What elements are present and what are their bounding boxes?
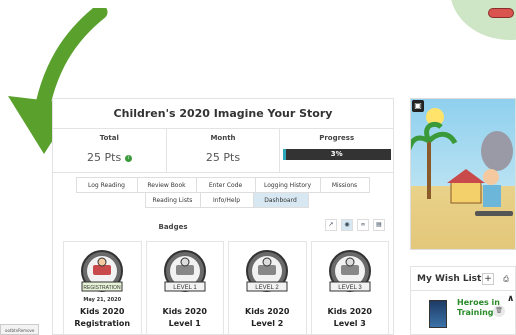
avatar-scene-image: ▣ bbox=[410, 98, 516, 250]
badge-cards: REGISTRATION May 21, 2020 Kids 2020 Regi… bbox=[53, 241, 393, 335]
badge-name-line2: Registration bbox=[74, 319, 131, 328]
progress-text: 3% bbox=[330, 150, 343, 158]
badge-date bbox=[229, 297, 306, 304]
badge-label-level-3: LEVEL 3 bbox=[338, 285, 362, 291]
registration-badge-icon: REGISTRATION bbox=[81, 250, 124, 292]
program-nav: Log Reading Review Book Enter Code Loggi… bbox=[53, 173, 393, 208]
decorative-pill bbox=[488, 8, 514, 18]
nav-row-1: Log Reading Review Book Enter Code Loggi… bbox=[53, 177, 393, 193]
badge-name: Kids 2020 bbox=[162, 307, 207, 316]
decorative-circle bbox=[450, 0, 516, 40]
tab-reading-lists[interactable]: Reading Lists bbox=[144, 192, 201, 208]
badge-card-registration[interactable]: REGISTRATION May 21, 2020 Kids 2020 Regi… bbox=[63, 241, 142, 335]
level-2-badge-icon: LEVEL 2 bbox=[246, 250, 289, 292]
panel-title: Children's 2020 Imagine Your Story bbox=[53, 99, 393, 129]
stats-row: Total 25 Pts i Month 25 Pts Progress 3% bbox=[53, 129, 393, 173]
reading-program-panel: Children's 2020 Imagine Your Story Total… bbox=[52, 98, 394, 335]
tab-review-book[interactable]: Review Book bbox=[136, 177, 197, 193]
badge-name: Kids 2020 bbox=[245, 307, 290, 316]
stat-total-value: 25 Pts i bbox=[53, 151, 166, 164]
tab-dashboard[interactable]: Dashboard bbox=[252, 192, 309, 208]
tab-missions[interactable]: Missions bbox=[319, 177, 370, 193]
stat-month-label: Month bbox=[210, 134, 236, 142]
badge-name: Kids 2020 bbox=[327, 307, 372, 316]
badge-name-line2: Level 3 bbox=[333, 319, 366, 328]
info-icon[interactable]: i bbox=[124, 154, 132, 162]
camera-icon[interactable]: ▣ bbox=[412, 100, 424, 112]
badge-date bbox=[147, 297, 224, 304]
badge-label-level-1: LEVEL 1 bbox=[173, 285, 197, 291]
book-cover-image[interactable] bbox=[429, 300, 447, 328]
wish-list-panel: My Wish List + ⎙ Heroes in Training 🗑 ∧ bbox=[410, 266, 516, 335]
stat-progress-label: Progress bbox=[319, 134, 355, 142]
map-icon[interactable]: ▤ bbox=[373, 219, 385, 231]
level-1-badge-icon: LEVEL 1 bbox=[163, 250, 206, 292]
badge-name-line2: Level 1 bbox=[168, 319, 201, 328]
infinity-icon[interactable]: ∞ bbox=[357, 219, 369, 231]
page: Children's 2020 Imagine Your Story Total… bbox=[0, 0, 516, 335]
badge-date bbox=[312, 297, 389, 304]
tab-logging-history[interactable]: Logging History bbox=[254, 177, 321, 193]
badge-card-level-2[interactable]: LEVEL 2 Kids 2020 Level 2 bbox=[228, 241, 307, 335]
tab-enter-code[interactable]: Enter Code bbox=[195, 177, 256, 193]
level-3-badge-icon: LEVEL 3 bbox=[328, 250, 371, 292]
nav-row-2: Reading Lists Info/Help Dashboard bbox=[61, 192, 393, 208]
badge-view-tools: ↗ ◉ ∞ ▤ bbox=[321, 219, 385, 231]
badge-name: Kids 2020 bbox=[80, 307, 125, 316]
stat-progress: Progress 3% bbox=[280, 129, 393, 172]
month-points: 25 Pts bbox=[205, 151, 241, 164]
tab-info-help[interactable]: Info/Help bbox=[199, 192, 254, 208]
status-tooltip: ootbtnRemove bbox=[0, 324, 40, 335]
badges-header: Badges ↗ ◉ ∞ ▤ bbox=[53, 215, 393, 241]
badge-card-level-3[interactable]: LEVEL 3 Kids 2020 Level 3 bbox=[310, 241, 389, 335]
total-points: 25 Pts bbox=[87, 151, 122, 164]
badges-title: Badges bbox=[158, 223, 188, 231]
tab-log-reading[interactable]: Log Reading bbox=[75, 177, 138, 193]
badge-icon[interactable]: ◉ bbox=[341, 219, 353, 231]
trash-icon[interactable]: 🗑 bbox=[493, 305, 505, 317]
stat-total: Total 25 Pts i bbox=[53, 129, 167, 172]
chart-icon[interactable]: ↗ bbox=[325, 219, 337, 231]
beach-scene-illustration bbox=[411, 108, 513, 216]
badge-name-line2: Level 2 bbox=[251, 319, 284, 328]
chevron-up-icon[interactable]: ∧ bbox=[507, 294, 514, 304]
stat-month: Month 25 Pts bbox=[167, 129, 281, 172]
print-icon[interactable]: ⎙ bbox=[499, 273, 513, 285]
add-icon[interactable]: + bbox=[482, 273, 494, 285]
badge-date: May 21, 2020 bbox=[83, 297, 122, 303]
progress-bar: 3% bbox=[282, 149, 391, 160]
badge-card-level-1[interactable]: LEVEL 1 Kids 2020 Level 1 bbox=[145, 241, 224, 335]
badge-label-level-2: LEVEL 2 bbox=[256, 285, 280, 291]
stat-total-label: Total bbox=[99, 134, 119, 142]
badge-label-registration: REGISTRATION bbox=[84, 285, 122, 291]
